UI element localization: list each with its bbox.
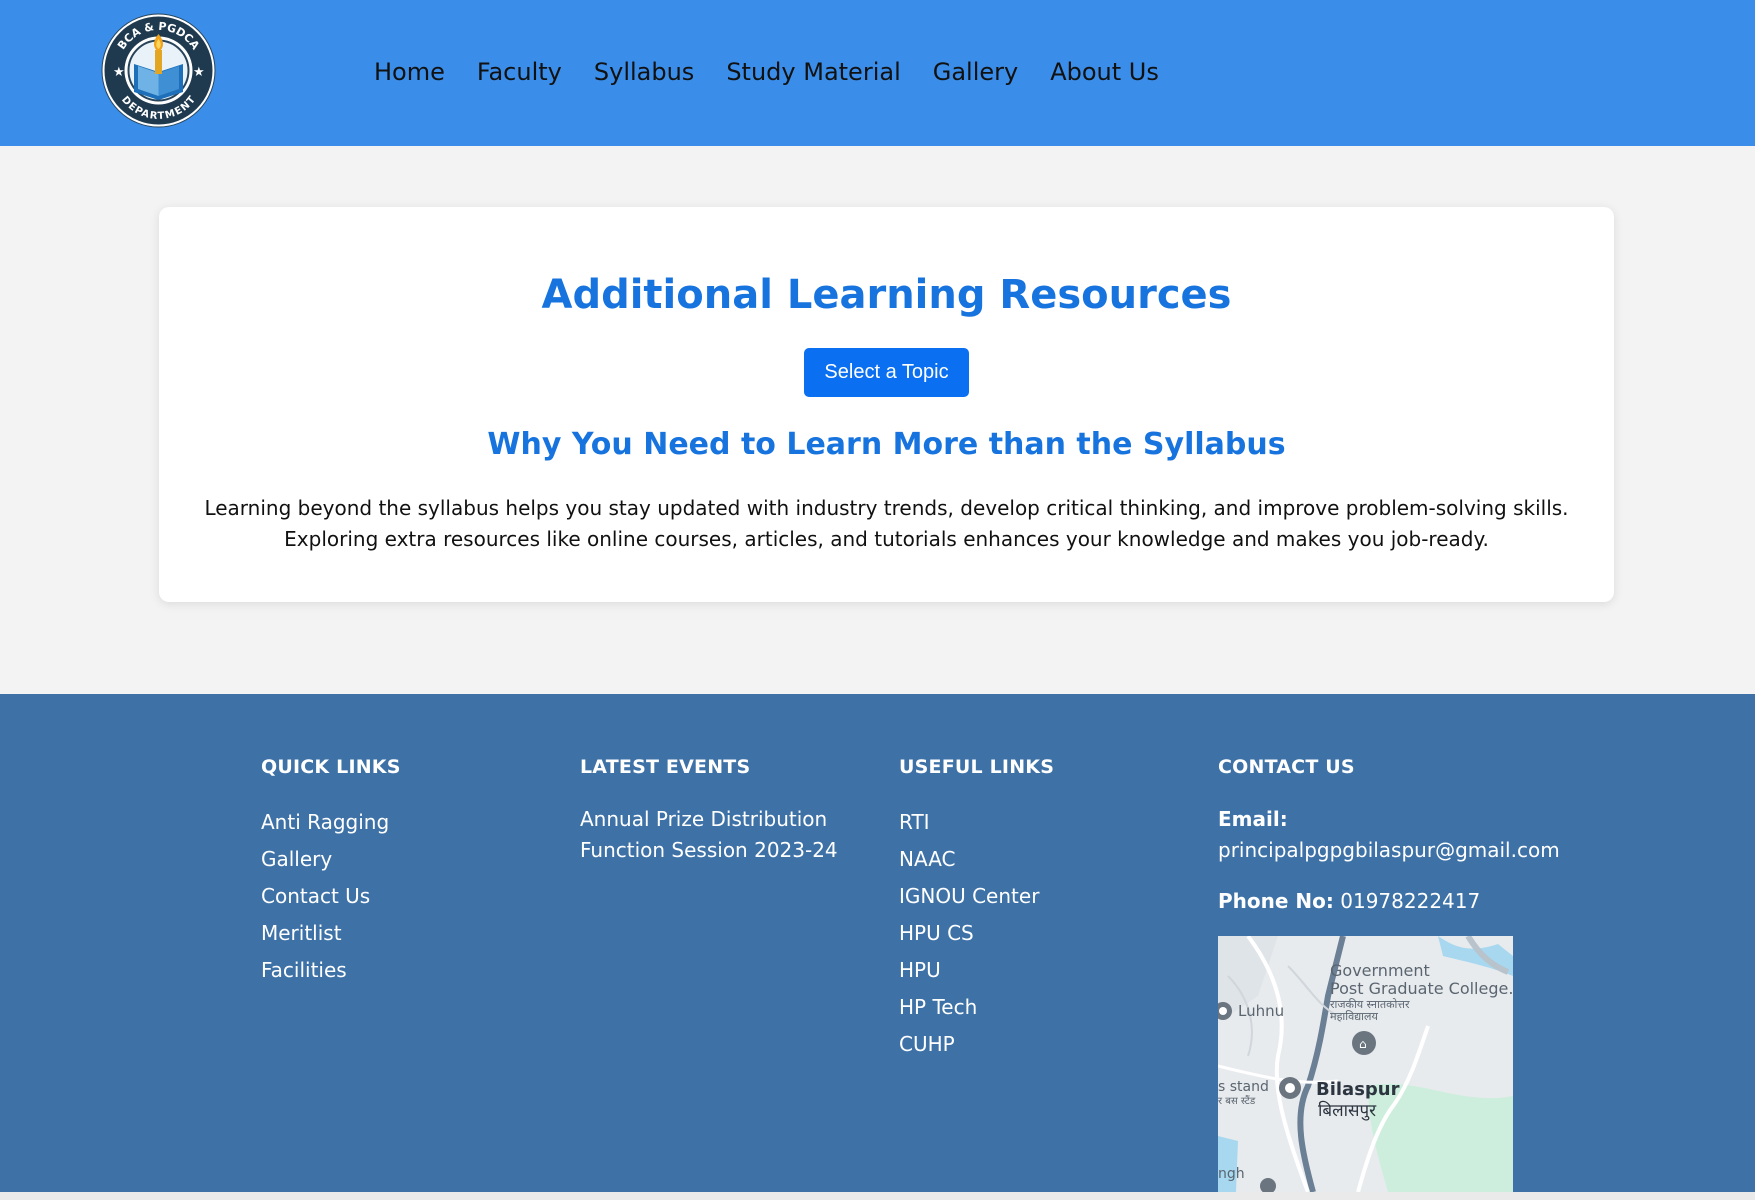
department-logo[interactable]: ★ ★ BCA & PGDCA DEPARTMENT: [100, 12, 217, 129]
site-header: ★ ★ BCA & PGDCA DEPARTMENT Home Faculty …: [0, 0, 1755, 146]
svg-text:बिलासपुर: बिलासपुर: [1318, 1100, 1377, 1121]
svg-text:Post Graduate College.: Post Graduate College.: [1330, 979, 1513, 998]
useful-link-cuhp[interactable]: CUHP: [899, 1026, 1054, 1063]
select-topic-button[interactable]: Select a Topic: [804, 348, 969, 397]
section-subtitle: Why You Need to Learn More than the Syll…: [487, 427, 1286, 462]
useful-links-heading: USEFUL LINKS: [899, 756, 1055, 778]
svg-text:Bilaspur: Bilaspur: [1316, 1079, 1400, 1100]
useful-link-naac[interactable]: NAAC: [899, 841, 1054, 878]
phone-label: Phone No:: [1218, 889, 1334, 913]
latest-events-column: LATEST EVENTS Annual Prize Distribution …: [580, 754, 870, 866]
useful-link-ignou-center[interactable]: IGNOU Center: [899, 878, 1054, 915]
nav-gallery[interactable]: Gallery: [933, 52, 1018, 92]
svg-text:⌂: ⌂: [1359, 1037, 1367, 1051]
main-nav: Home Faculty Syllabus Study Material Gal…: [374, 52, 1159, 92]
quick-link-anti-ragging[interactable]: Anti Ragging: [261, 804, 401, 841]
useful-links-column: USEFUL LINKS RTI NAAC IGNOU Center HPU C…: [899, 754, 1054, 1063]
svg-text:★: ★: [113, 65, 125, 80]
nav-home[interactable]: Home: [374, 52, 445, 92]
contact-heading: CONTACT US: [1218, 756, 1355, 778]
location-map[interactable]: ⌂ Government Post Graduate College. राजक…: [1218, 936, 1513, 1192]
svg-text:s stand: s stand: [1218, 1079, 1269, 1095]
useful-link-hpu[interactable]: HPU: [899, 952, 1054, 989]
svg-text:ngh: ngh: [1218, 1166, 1245, 1182]
useful-link-hpu-cs[interactable]: HPU CS: [899, 915, 1054, 952]
phone-row: Phone No: 01978222417: [1218, 886, 1560, 917]
quick-links-heading: QUICK LINKS: [261, 756, 401, 778]
svg-text:Luhnu: Luhnu: [1238, 1002, 1284, 1020]
nav-about-us[interactable]: About Us: [1050, 52, 1159, 92]
latest-events-heading: LATEST EVENTS: [580, 756, 751, 778]
quick-link-contact-us[interactable]: Contact Us: [261, 878, 401, 915]
description-line-2: Exploring extra resources like online co…: [284, 527, 1489, 551]
useful-link-hp-tech[interactable]: HP Tech: [899, 989, 1054, 1026]
svg-text:र बस स्टैंड: र बस स्टैंड: [1218, 1095, 1256, 1107]
page-bottom-edge: [0, 1192, 1755, 1200]
svg-text:Government: Government: [1330, 961, 1430, 980]
description-line-1: Learning beyond the syllabus helps you s…: [204, 496, 1569, 520]
section-description: Learning beyond the syllabus helps you s…: [179, 493, 1594, 555]
nav-faculty[interactable]: Faculty: [477, 52, 562, 92]
event-item[interactable]: Annual Prize Distribution Function Sessi…: [580, 804, 870, 866]
page-title: Additional Learning Resources: [541, 272, 1232, 318]
useful-link-rti[interactable]: RTI: [899, 804, 1054, 841]
quick-links-column: QUICK LINKS Anti Ragging Gallery Contact…: [261, 754, 401, 989]
svg-text:★: ★: [193, 65, 205, 80]
email-link[interactable]: principalpgpgbilaspur@gmail.com: [1218, 835, 1560, 866]
contact-column: CONTACT US Email: principalpgpgbilaspur@…: [1218, 754, 1560, 917]
nav-study-material[interactable]: Study Material: [726, 52, 900, 92]
svg-text:महाविद्यालय: महाविद्यालय: [1330, 1010, 1378, 1023]
resources-card: Additional Learning Resources Select a T…: [159, 207, 1614, 602]
quick-link-gallery[interactable]: Gallery: [261, 841, 401, 878]
quick-link-meritlist[interactable]: Meritlist: [261, 915, 401, 952]
phone-number: 01978222417: [1340, 889, 1481, 913]
nav-syllabus[interactable]: Syllabus: [594, 52, 694, 92]
quick-link-facilities[interactable]: Facilities: [261, 952, 401, 989]
email-label: Email:: [1218, 807, 1288, 831]
